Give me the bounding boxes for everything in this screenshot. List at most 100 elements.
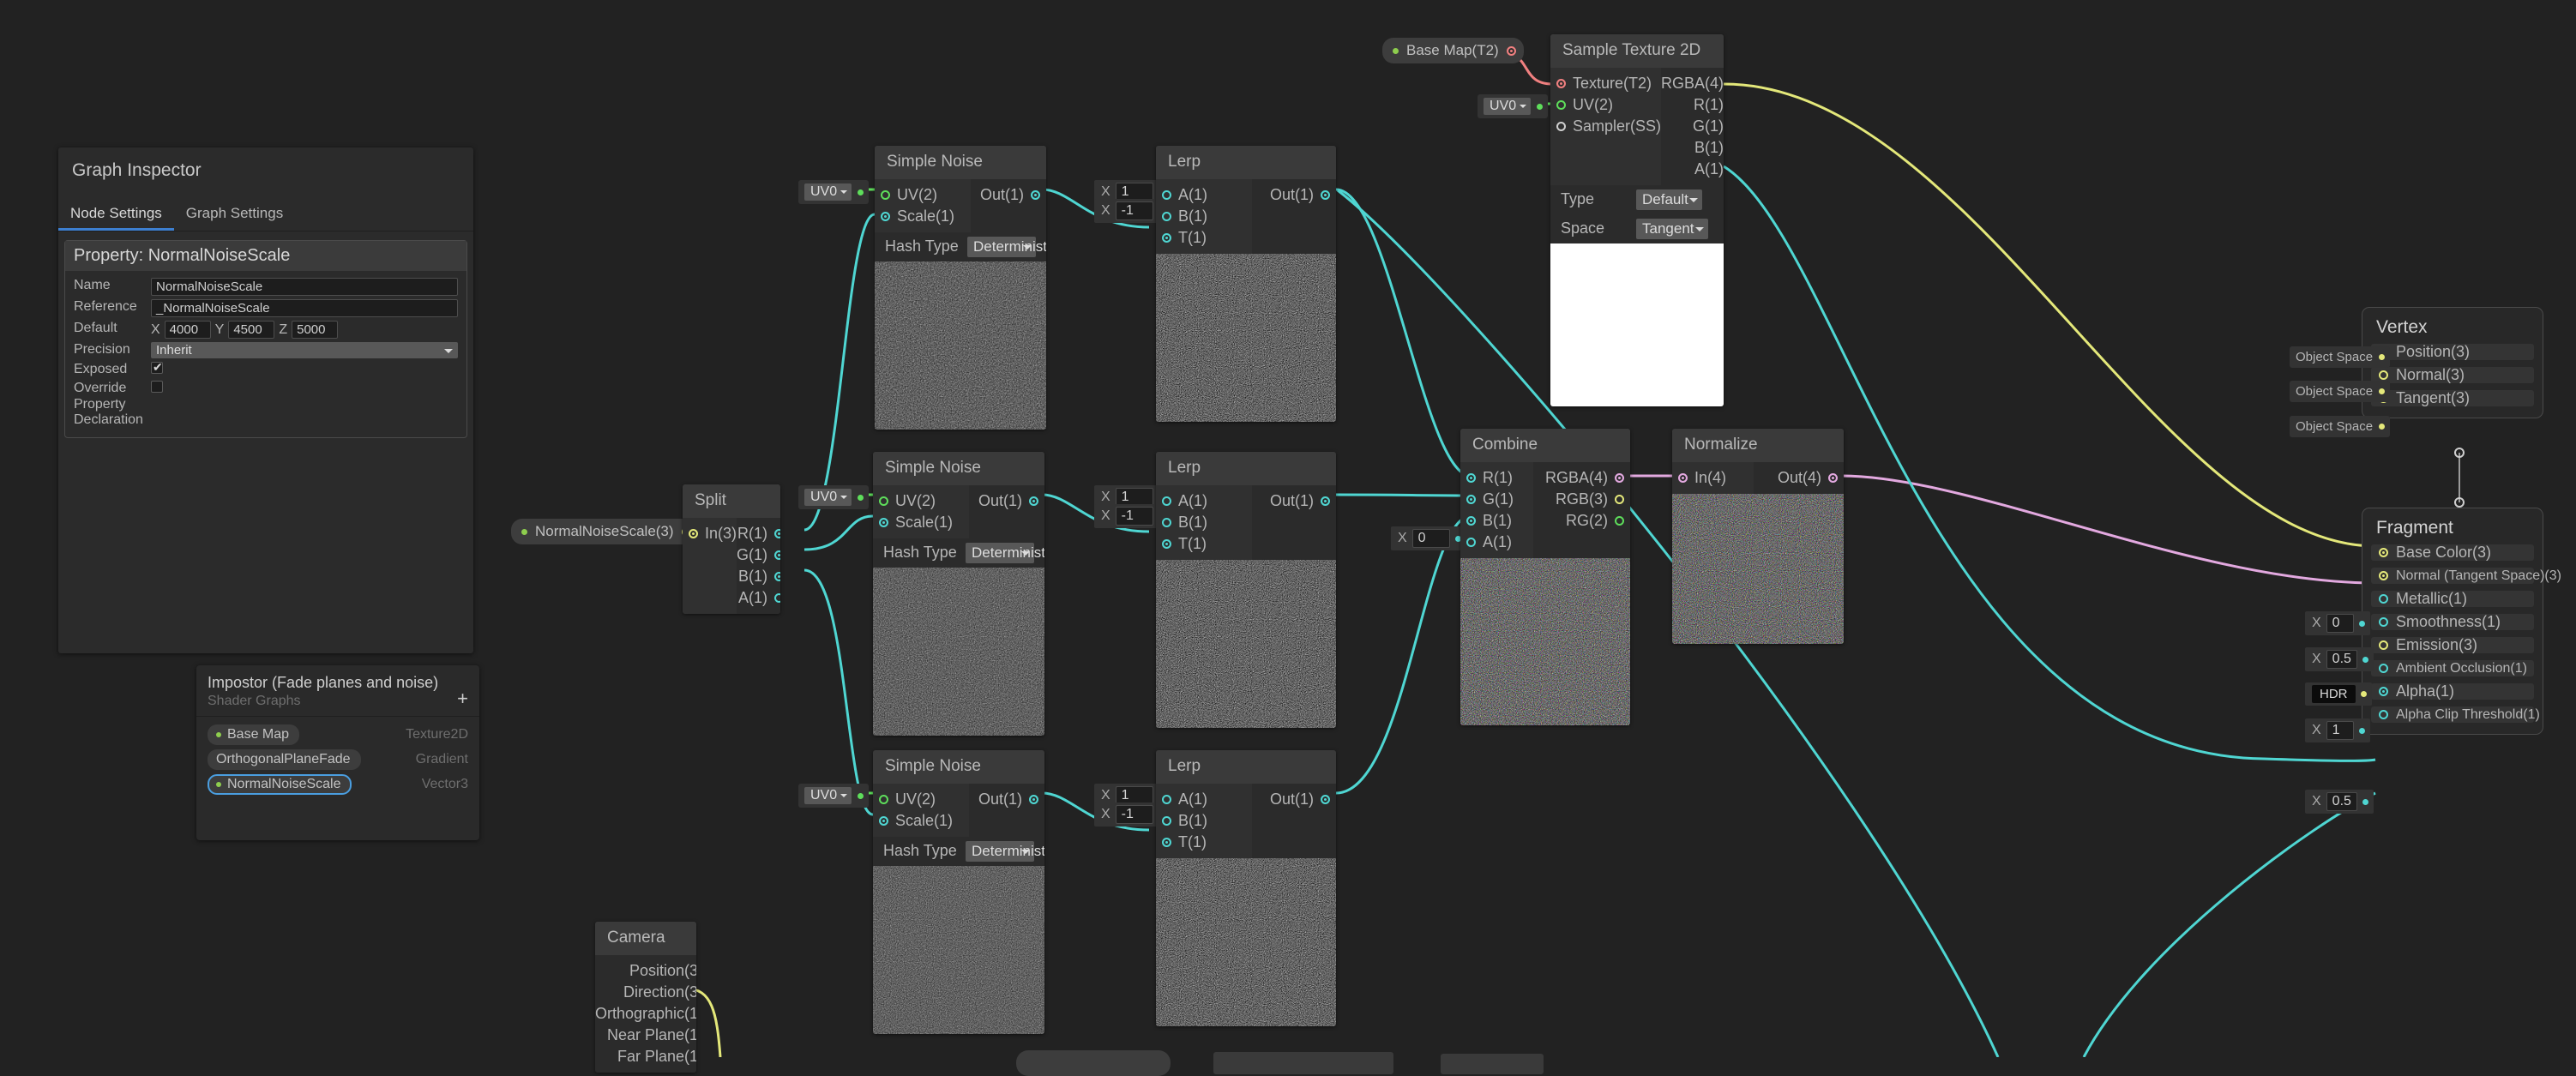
node-simple-noise-3[interactable]: Simple Noise UV(2) Scale(1) Out(1) Hash … — [873, 750, 1044, 1034]
type-dropdown[interactable]: Default — [1636, 189, 1702, 210]
output-port-r[interactable]: R(1) — [1661, 94, 1724, 116]
input-port-r[interactable]: R(1) — [1460, 467, 1533, 489]
output-port-position[interactable]: Position(3) — [595, 960, 696, 982]
port-dot[interactable] — [1321, 189, 1330, 200]
input-port-sampler[interactable]: Sampler(SS) — [1550, 116, 1661, 137]
output-port-far-plane[interactable]: Far Plane(1) — [595, 1046, 696, 1067]
port-dot[interactable] — [1162, 538, 1171, 549]
uv-node-sample-texture[interactable]: UV0 — [1478, 94, 1549, 118]
output-port-rgba[interactable]: RGBA(4) — [1661, 73, 1724, 94]
block-node-alpha[interactable]: Alpha(1) — [2371, 682, 2534, 700]
block-node-normal-tangent-space[interactable]: Normal (Tangent Space)(3) — [2371, 568, 2561, 584]
input-port-g[interactable]: G(1) — [1460, 489, 1533, 510]
port-dot[interactable] — [1162, 189, 1171, 200]
port-dot[interactable] — [1162, 232, 1171, 243]
output-port-dot[interactable] — [2379, 388, 2386, 394]
port-dot[interactable] — [1029, 496, 1038, 506]
default-x-input[interactable]: 4000 — [164, 321, 211, 339]
uv-channel-dropdown[interactable]: UV0 — [1484, 98, 1532, 115]
port-dot[interactable] — [1466, 494, 1476, 504]
node-split[interactable]: Split In(3) R(1) G(1) B(1) A(1) — [683, 484, 780, 614]
input-port-texture[interactable]: Texture(T2) — [1550, 73, 1661, 94]
exposed-checkbox[interactable] — [151, 360, 163, 375]
input-port-b[interactable]: B(1) — [1156, 206, 1252, 227]
output-port-rgb[interactable]: RGB(3) — [1533, 489, 1630, 510]
partial-node-bottom-1[interactable] — [1016, 1050, 1171, 1076]
blackboard-property-base-map[interactable]: Base Map — [208, 724, 300, 745]
output-port-out[interactable]: Out(1) — [1252, 490, 1336, 512]
default-input-smoothness[interactable]: X 0.5 — [2305, 647, 2374, 671]
block-node-metallic[interactable]: Metallic(1) — [2371, 590, 2534, 607]
vector-value-input[interactable]: 1 — [2326, 721, 2354, 740]
input-port-a[interactable]: A(1) — [1156, 789, 1252, 810]
port-dot[interactable] — [1321, 794, 1330, 804]
tab-graph-settings[interactable]: Graph Settings — [174, 200, 295, 231]
precision-dropdown[interactable]: Inherit — [151, 342, 458, 358]
node-combine[interactable]: Combine R(1) G(1) B(1) A(1) RGBA(4) RGB(… — [1460, 429, 1630, 725]
input-port-a[interactable]: A(1) — [1156, 490, 1252, 512]
output-port-out[interactable]: Out(1) — [1252, 789, 1336, 810]
output-port-dot[interactable] — [858, 189, 864, 195]
block-port-dot[interactable] — [2379, 687, 2388, 696]
port-dot[interactable] — [1029, 794, 1038, 804]
block-port-dot[interactable] — [2379, 594, 2388, 604]
blackboard-property-orthogonalplanefade[interactable]: OrthogonalPlaneFade — [208, 749, 361, 770]
port-dot[interactable] — [881, 189, 890, 200]
output-port-out[interactable]: Out(1) — [1252, 184, 1336, 206]
uv-channel-dropdown[interactable]: UV0 — [804, 787, 852, 804]
output-port-b[interactable]: B(1) — [737, 566, 780, 587]
port-dot[interactable] — [689, 528, 698, 538]
output-port-dot[interactable] — [858, 792, 864, 799]
port-dot[interactable] — [774, 592, 780, 603]
output-port-a[interactable]: A(1) — [1661, 159, 1724, 180]
graph-canvas[interactable]: Graph Inspector Node Settings Graph Sett… — [0, 0, 2576, 1076]
block-node-ambient-occlusion[interactable]: Ambient Occlusion(1) — [2371, 660, 2534, 676]
master-node-fragment[interactable]: Fragment Base Color(3) Normal (Tangent S… — [2362, 508, 2561, 735]
block-port-dot[interactable] — [2379, 710, 2388, 719]
output-port-dot[interactable] — [2358, 727, 2365, 734]
port-dot[interactable] — [1162, 517, 1171, 527]
vector-value-input[interactable]: 0.5 — [2326, 792, 2357, 811]
port-dot[interactable] — [774, 571, 780, 581]
output-port-dot[interactable] — [858, 494, 864, 501]
block-port-dot[interactable] — [2379, 571, 2388, 580]
list-item[interactable]: NormalNoiseScale Vector3 — [208, 774, 468, 795]
output-port-out[interactable]: Out(1) — [969, 789, 1044, 810]
port-dot[interactable] — [879, 794, 888, 804]
list-item[interactable]: Base Map Texture2D — [208, 724, 468, 745]
input-port-t[interactable]: T(1) — [1156, 832, 1252, 853]
default-input-metallic[interactable]: X 0 — [2305, 611, 2370, 635]
port-dot[interactable] — [881, 211, 890, 221]
node-lerp-3[interactable]: Lerp A(1) B(1) T(1) Out(1) — [1156, 750, 1336, 1026]
block-node-base-color[interactable]: Base Color(3) — [2371, 544, 2534, 561]
port-dot[interactable] — [1615, 494, 1624, 504]
input-port-a[interactable]: A(1) — [1156, 184, 1252, 206]
port-dot[interactable] — [774, 528, 780, 538]
input-port-b[interactable]: B(1) — [1460, 510, 1533, 532]
uv-node-noise-2[interactable]: UV0 — [798, 485, 870, 509]
input-port-in[interactable]: In(3) — [683, 523, 737, 544]
block-node-position[interactable]: Position(3) — [2371, 343, 2534, 360]
hash-type-dropdown[interactable]: Deterministi — [966, 840, 1044, 862]
input-port-scale[interactable]: Scale(1) — [875, 206, 971, 227]
property-node-base-map[interactable]: Base Map(T2) — [1382, 38, 1524, 63]
port-dot[interactable] — [1321, 496, 1330, 506]
output-port-g[interactable]: G(1) — [1661, 116, 1724, 137]
port-dot[interactable] — [1556, 121, 1566, 131]
default-y-input[interactable]: 4500 — [228, 321, 275, 339]
port-dot[interactable] — [1615, 515, 1624, 526]
port-dot[interactable] — [1466, 472, 1476, 483]
node-lerp-2[interactable]: Lerp A(1) B(1) T(1) Out(1) — [1156, 452, 1336, 728]
port-dot[interactable] — [1162, 815, 1171, 826]
hash-type-dropdown[interactable]: Deterministi — [966, 542, 1044, 563]
uv-node-noise-1[interactable]: UV0 — [798, 180, 870, 204]
block-node-smoothness[interactable]: Smoothness(1) — [2371, 613, 2534, 630]
input-port-uv[interactable]: UV(2) — [875, 184, 971, 206]
default-input-ambient-occlusion[interactable]: X 1 — [2305, 718, 2370, 742]
port-dot[interactable] — [1556, 78, 1566, 88]
output-port-dot[interactable] — [2362, 798, 2368, 805]
default-input-vertex-normal[interactable]: Object Space — [2290, 381, 2391, 402]
input-port-scale[interactable]: Scale(1) — [873, 512, 969, 533]
block-node-tangent[interactable]: Tangent(3) — [2371, 389, 2534, 406]
output-port-dot[interactable] — [2358, 620, 2365, 627]
